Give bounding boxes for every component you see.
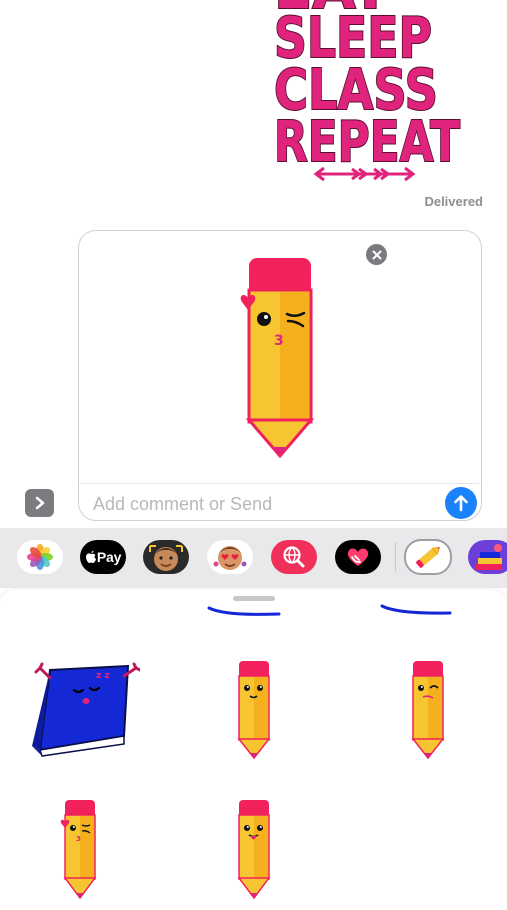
memoji-heart-eyes-icon: [213, 546, 247, 570]
heart-hands-icon: [347, 548, 369, 566]
memoji-app-icon[interactable]: [143, 540, 189, 574]
pencil-icon: [416, 546, 441, 568]
expand-apps-button[interactable]: [25, 489, 54, 517]
pencil-smiling-sticker[interactable]: [236, 660, 272, 765]
drawer-grabber[interactable]: [233, 596, 275, 601]
photos-flower-icon: [27, 544, 53, 570]
svg-text:3: 3: [274, 333, 284, 349]
chevron-right-icon: [35, 496, 44, 510]
remove-sticker-button[interactable]: [366, 244, 387, 265]
apple-logo-icon: [85, 550, 96, 563]
sleep-zz-label: z z: [96, 671, 110, 681]
imessage-app-strip: Pay: [0, 528, 507, 588]
apple-pay-app-icon[interactable]: Pay: [80, 540, 126, 574]
compose-divider: [79, 483, 481, 484]
pencil-winking-sticker[interactable]: [410, 660, 446, 765]
school-stickers-app-icon[interactable]: [468, 540, 507, 574]
sticker-partial-right[interactable]: [378, 604, 458, 625]
close-icon: [372, 250, 381, 259]
sent-sticker-eat-sleep-class-repeat[interactable]: EAT SLEEP CLASS REPEAT: [262, 0, 472, 190]
preview-sticker-pencil-kiss: 3: [234, 254, 318, 460]
sleeping-book-sticker[interactable]: z z: [28, 662, 142, 763]
digital-touch-app-icon[interactable]: [335, 540, 381, 574]
sticker-drawer: z z 3: [0, 590, 507, 910]
comment-input[interactable]: [93, 491, 433, 517]
arrow-up-icon: [454, 495, 468, 512]
sticker-partial-left[interactable]: [205, 606, 285, 627]
kiss-mark: 3: [76, 835, 81, 843]
book-edge-icon: [380, 604, 452, 615]
apple-pay-label: Pay: [96, 549, 122, 565]
memoji-stickers-app-icon[interactable]: [207, 540, 253, 574]
pencil-tongue-sticker[interactable]: [236, 798, 272, 907]
delivered-status: Delivered: [424, 194, 483, 209]
app-strip-divider: [395, 542, 396, 572]
images-search-app-icon[interactable]: [271, 540, 317, 574]
books-stack-icon: [476, 544, 502, 570]
pencil-kiss-heart-sticker[interactable]: 3: [60, 798, 100, 907]
photos-app-icon[interactable]: [17, 540, 63, 574]
sticker-line-repeat: REPEAT: [274, 110, 460, 175]
book-edge-icon: [207, 606, 281, 616]
memoji-face-icon: [149, 545, 183, 571]
globe-search-icon: [283, 546, 305, 568]
pencil-stickers-app-icon[interactable]: [404, 539, 452, 575]
send-button[interactable]: [445, 487, 477, 519]
